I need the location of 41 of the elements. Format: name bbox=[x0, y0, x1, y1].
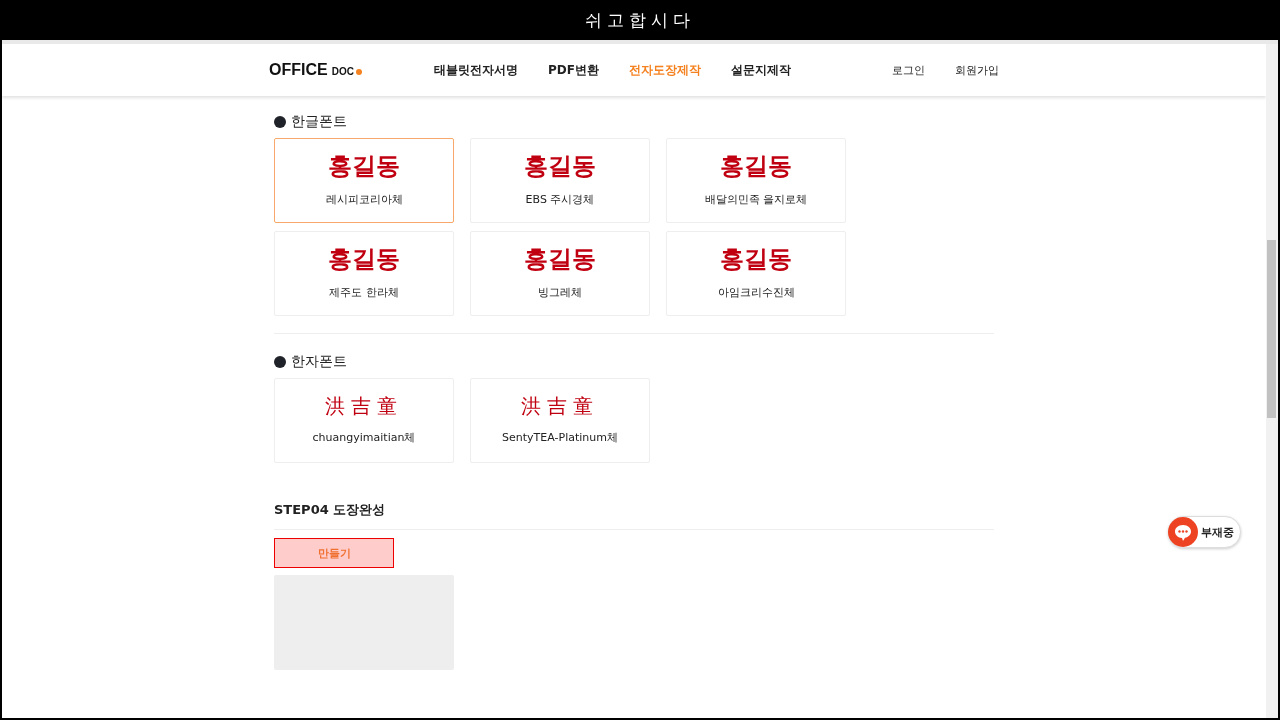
scrollbar[interactable] bbox=[1266, 44, 1278, 718]
chat-widget[interactable]: 부재중 bbox=[1168, 516, 1241, 548]
font-name: EBS 주시경체 bbox=[525, 192, 595, 207]
dot-icon bbox=[355, 69, 362, 75]
nav-link[interactable]: 설문지제작 bbox=[730, 61, 791, 79]
section-title: 한자폰트 bbox=[291, 353, 347, 371]
font-name: SentyTEA-Platinum체 bbox=[502, 430, 618, 445]
window-title: 쉬고합시다 bbox=[585, 8, 695, 32]
nav-link[interactable]: 태블릿전자서명 bbox=[434, 61, 518, 79]
font-card[interactable]: 홍길동 빙그레체 bbox=[470, 231, 650, 316]
font-sample: 홍길동 bbox=[524, 154, 596, 178]
account-link[interactable]: 로그인 bbox=[892, 62, 925, 78]
font-sample: 홍길동 bbox=[720, 154, 792, 178]
font-card[interactable]: 홍길동 제주도 한라체 bbox=[274, 231, 454, 316]
font-sample: 洪吉童 bbox=[325, 396, 403, 416]
font-card[interactable]: 홍길동 아임크리수진체 bbox=[666, 231, 846, 316]
bullet-icon bbox=[274, 116, 286, 128]
font-card[interactable]: 홍길동 배달의민족 을지로체 bbox=[666, 138, 846, 223]
font-name: 레시피코리아체 bbox=[325, 192, 403, 207]
font-sample: 홍길동 bbox=[328, 154, 400, 178]
font-card[interactable]: 洪吉童 chuangyimaitian체 bbox=[274, 378, 454, 463]
font-name: 빙그레체 bbox=[538, 285, 582, 300]
font-sample: 홍길동 bbox=[328, 247, 400, 271]
font-sample: 홍길동 bbox=[720, 247, 792, 271]
logo-subtext[interactable]: DOC bbox=[331, 66, 354, 77]
section-title: 한글폰트 bbox=[291, 113, 347, 131]
step-title: STEP04 도장완성 bbox=[274, 501, 387, 519]
font-sample: 홍길동 bbox=[524, 247, 596, 271]
font-name: chuangyimaitian체 bbox=[312, 430, 416, 445]
nav-link[interactable]: PDF변환 bbox=[548, 61, 599, 79]
logo-text[interactable]: OFFICE bbox=[269, 61, 328, 79]
font-card[interactable]: 홍길동 레시피코리아체 bbox=[274, 138, 454, 223]
account-link[interactable]: 회원가입 bbox=[955, 62, 999, 78]
chat-icon bbox=[1168, 517, 1198, 547]
font-sample: 洪吉童 bbox=[521, 396, 599, 416]
font-name: 배달의민족 을지로체 bbox=[704, 192, 808, 207]
font-name: 아임크리수진체 bbox=[717, 285, 795, 300]
bullet-icon bbox=[274, 356, 286, 368]
font-name: 제주도 한라체 bbox=[329, 285, 399, 300]
font-card[interactable]: 洪吉童 SentyTEA-Platinum체 bbox=[470, 378, 650, 463]
font-card[interactable]: 홍길동 EBS 주시경체 bbox=[470, 138, 650, 223]
